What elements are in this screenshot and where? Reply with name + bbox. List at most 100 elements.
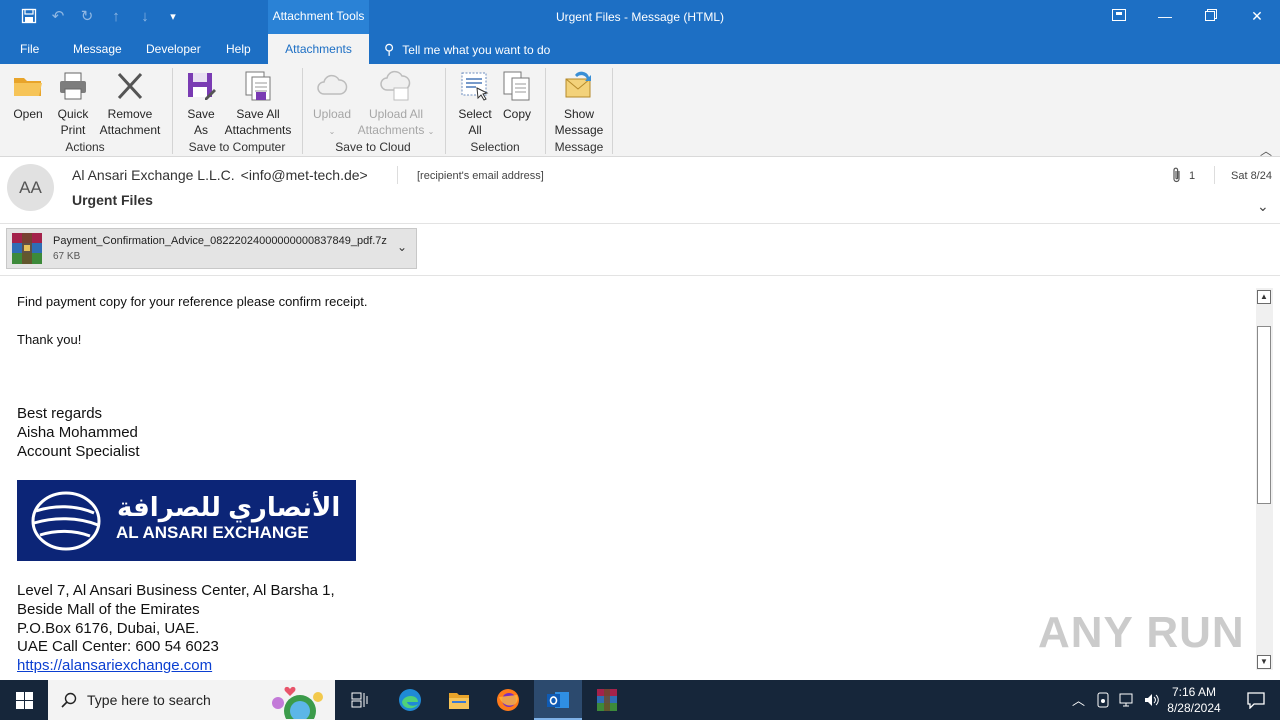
recipient[interactable]: [recipient's email address]	[417, 170, 544, 182]
attachment-count: 1	[1189, 170, 1196, 182]
quick-print-button[interactable]: Quick Print	[52, 68, 94, 138]
device-icon[interactable]	[1092, 680, 1114, 720]
copy-label: Copy	[502, 107, 531, 121]
call-center: UAE Call Center: 600 54 6023	[17, 638, 219, 655]
scroll-down-icon[interactable]: ▼	[1257, 655, 1271, 669]
taskbar-search[interactable]: Type here to search	[48, 680, 335, 720]
network-icon[interactable]	[1115, 680, 1139, 720]
printer-icon	[60, 72, 86, 100]
volume-icon[interactable]	[1140, 680, 1164, 720]
address-line: Beside Mall of the Emirates	[17, 601, 200, 618]
chevron-down-icon: ⌄	[427, 127, 435, 136]
collapse-ribbon-icon[interactable]: ︿	[1260, 142, 1272, 159]
watermark: ANY RUN	[1038, 608, 1245, 657]
scroll-up-icon[interactable]: ▲	[1257, 290, 1271, 304]
upload-all-label-1: Upload All	[368, 107, 424, 121]
edge-icon[interactable]	[386, 680, 434, 720]
message-header: AA Al Ansari Exchange L.L.C. <info@met-te…	[0, 158, 1280, 224]
clock-time: 7:16 AM	[1171, 685, 1217, 699]
upload-button[interactable]: Upload ⌄	[310, 68, 354, 140]
save-as-button[interactable]: Save As	[182, 68, 220, 138]
group-divider	[612, 68, 613, 154]
title-bar: ↶ ↻ ↑ ↓ ▾ Attachment Tools Urgent Files …	[0, 0, 1280, 34]
search-icon	[61, 692, 77, 708]
save-all-label-2: Attachments	[224, 123, 292, 137]
logo-arabic-text: الأنصاري للصرافة	[117, 492, 341, 522]
save-all-label-1: Save All	[236, 107, 280, 121]
scroll-thumb[interactable]	[1257, 326, 1271, 504]
group-label-actions: Actions	[65, 140, 105, 154]
windows-start-icon[interactable]	[0, 680, 48, 720]
system-clock[interactable]: 7:16 AM 8/28/2024	[1162, 684, 1226, 716]
open-button[interactable]: Open	[8, 68, 48, 122]
address-line: Level 7, Al Ansari Business Center, Al B…	[17, 582, 335, 599]
notifications-icon[interactable]	[1232, 680, 1280, 720]
tab-developer[interactable]: Developer	[146, 34, 201, 64]
signature-name: Aisha Mohammed	[17, 424, 138, 441]
restore-icon[interactable]	[1188, 0, 1234, 32]
up-arrow-icon[interactable]: ↑	[107, 8, 125, 26]
task-view-icon[interactable]	[336, 680, 384, 720]
outlook-icon[interactable]	[534, 680, 582, 720]
attachment-name: Payment_Confirmation_Advice_082220240000…	[53, 235, 387, 247]
avatar: AA	[7, 164, 54, 211]
firefox-icon[interactable]	[484, 680, 532, 720]
signature-title: Account Specialist	[17, 443, 140, 460]
body-text: Thank you!	[17, 332, 82, 347]
down-arrow-icon[interactable]: ↓	[136, 8, 154, 26]
sender[interactable]: Al Ansari Exchange L.L.C. <info@met-tech.…	[72, 167, 368, 183]
upload-all-attachments-button[interactable]: Upload All Attachments ⌄	[354, 68, 438, 140]
close-icon[interactable]: ✕	[1234, 0, 1280, 32]
save-icon[interactable]	[20, 8, 38, 26]
logo-english-text: AL ANSARI EXCHANGE	[116, 523, 309, 542]
minimize-icon[interactable]: —	[1142, 0, 1188, 32]
ribbon-tabs: File Message Developer Help Attachments …	[0, 34, 1280, 64]
remove-x-icon	[117, 72, 143, 100]
customize-icon[interactable]: ▾	[164, 8, 182, 26]
lightbulb-icon: ⚲	[384, 41, 395, 57]
winrar-icon[interactable]	[583, 680, 631, 720]
website-link[interactable]: https://alansariexchange.com	[17, 657, 212, 675]
ribbon-display-icon[interactable]	[1096, 0, 1142, 32]
quick-print-label-2: Print	[60, 123, 86, 137]
save-all-attachments-button[interactable]: Save All Attachments	[222, 68, 294, 138]
file-explorer-icon[interactable]	[435, 680, 483, 720]
undo-icon[interactable]: ↶	[49, 8, 67, 26]
vertical-scrollbar[interactable]: ▲ ▼	[1256, 288, 1273, 670]
attachment-bar: Payment_Confirmation_Advice_082220240000…	[0, 224, 1280, 276]
subject: Urgent Files	[72, 192, 153, 208]
show-hidden-icons-icon[interactable]: ︿	[1066, 680, 1090, 720]
copy-button[interactable]: Copy	[498, 68, 536, 122]
chevron-down-icon: ⌄	[328, 127, 336, 136]
tab-attachments[interactable]: Attachments	[268, 34, 369, 64]
tab-file[interactable]: File	[20, 34, 39, 64]
remove-label-2: Attachment	[99, 123, 161, 137]
group-divider	[302, 68, 303, 154]
remove-label-1: Remove	[107, 107, 153, 121]
chevron-down-icon[interactable]: ⌄	[397, 240, 407, 254]
tab-message[interactable]: Message	[73, 34, 122, 64]
signature-regards: Best regards	[17, 405, 103, 422]
cloud-icon	[317, 74, 348, 95]
attachment-item[interactable]: Payment_Confirmation_Advice_082220240000…	[6, 228, 417, 269]
remove-attachment-button[interactable]: Remove Attachment	[96, 68, 164, 138]
address-line: P.O.Box 6176, Dubai, UAE.	[17, 620, 200, 637]
expand-header-icon[interactable]: ⌄	[1257, 198, 1269, 215]
sender-email: <info@met-tech.de>	[240, 167, 368, 183]
tell-me-search[interactable]: ⚲ Tell me what you want to do	[384, 34, 550, 64]
cloud-upload-icon	[380, 70, 411, 101]
show-message-icon	[565, 71, 591, 98]
tab-help[interactable]: Help	[226, 34, 251, 64]
taskbar: Type here to search ︿ 7:16 AM 8/28/2024	[0, 680, 1280, 720]
show-message-label-1: Show	[563, 107, 595, 121]
quick-print-label-1: Quick	[57, 107, 89, 121]
select-all-label-2: All	[468, 123, 482, 137]
select-all-button[interactable]: Select All	[454, 68, 496, 138]
website-link-text[interactable]: https://alansariexchange.com	[17, 657, 212, 674]
open-label: Open	[13, 107, 43, 121]
group-divider	[545, 68, 546, 154]
context-tab-group: Attachment Tools	[268, 0, 369, 34]
window-title: Urgent Files - Message (HTML)	[555, 10, 725, 24]
show-message-button[interactable]: Show Message	[552, 68, 606, 138]
redo-icon[interactable]: ↻	[78, 8, 96, 26]
